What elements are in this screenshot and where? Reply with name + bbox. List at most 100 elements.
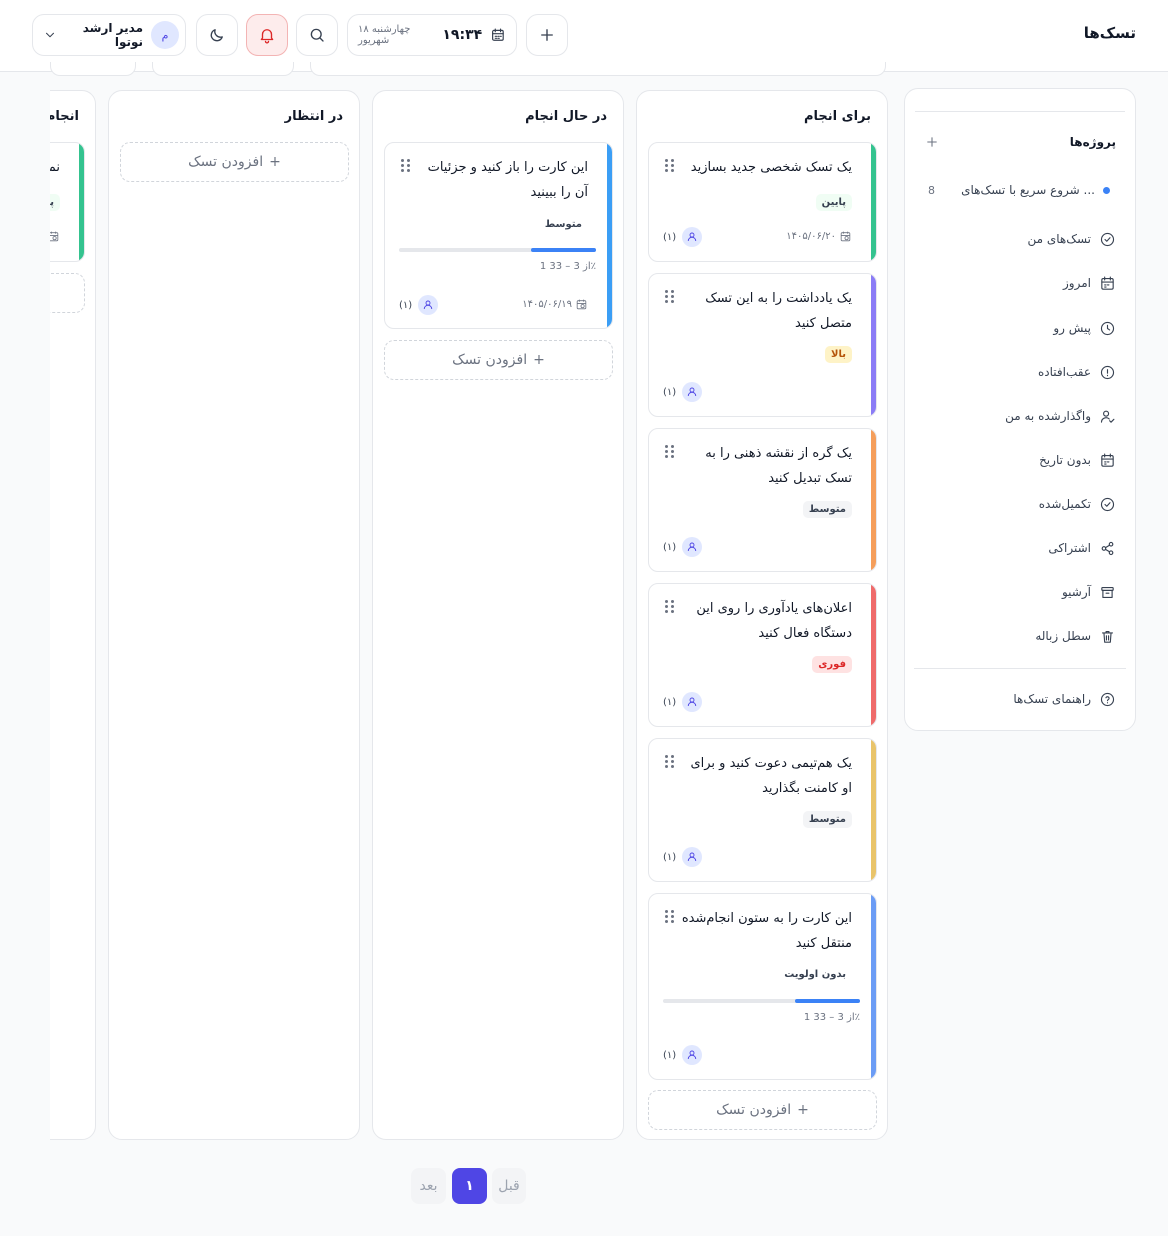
column-done-viewport: انجام نمو پایی [50,90,96,1140]
project-name: شروع سریع با تسک‌های ... [961,183,1095,197]
add-task-button[interactable]: + افزودن تسک [648,1090,877,1130]
sidebar-item-trash[interactable]: سطل زباله [916,623,1116,649]
drag-handle-icon[interactable] [401,159,411,173]
sidebar-item-label: امروز [1063,276,1091,290]
page-title: تسک‌ها [1083,24,1136,42]
assignee-count: (۱) [663,696,677,708]
assignees: (۱) [663,692,703,712]
user-icon [682,847,703,867]
sidebar-item-today[interactable]: امروز [916,270,1116,296]
filter-chip[interactable] [310,62,886,76]
sidebar-item-label: سطل زباله [1035,629,1091,643]
drag-handle-icon[interactable] [665,755,675,769]
column-waiting: در انتظار + افزودن تسک [108,90,360,1140]
filter-chip[interactable] [152,62,294,76]
priority-badge: پایی [50,194,60,211]
assignee-count: (۱) [663,231,677,243]
task-card[interactable]: این کارت را باز کنید و جزئیات آن را ببین… [384,142,613,329]
user-menu[interactable]: م مدیر ارشد نوتوا [32,14,186,56]
check-circle-icon [1100,232,1115,246]
help-link[interactable]: راهنمای تسک‌ها [916,686,1116,712]
column-title: در انتظار [284,109,343,124]
priority-badge: متوسط [802,811,852,828]
priority-badge: بدون اولویت [778,966,852,983]
due-date [50,230,60,243]
trash-icon [1101,630,1114,643]
sidebar-item-overdue[interactable]: عقب‌افتاده [916,359,1116,385]
user-icon [682,382,703,402]
priority-bar [871,274,876,416]
sidebar-item-shared[interactable]: اشتراکی [916,535,1116,561]
help-label: راهنمای تسک‌ها [1013,692,1091,706]
column-title: در حال انجام [525,109,607,124]
due-date-text: ۱۴۰۵/۰۶/۱۹ [522,299,572,310]
priority-bar [871,143,876,261]
current-date: چهارشنبه ۱۸ شهریور [358,24,411,46]
drag-handle-icon[interactable] [665,445,675,459]
user-icon [682,537,703,557]
sidebar-item-archive[interactable]: آرشیو [916,579,1116,605]
user-icon [682,1045,703,1065]
task-card[interactable]: یک هم‌تیمی دعوت کنید و برای او کامنت بگذ… [648,738,877,882]
sidebar-item-assigned[interactable]: واگذارشده به من [916,403,1116,429]
task-card[interactable]: این کارت را به ستون انجام‌شده منتقل کنید… [648,893,877,1080]
task-card[interactable]: یک یادداشت را به این تسک متصل کنید بالا … [648,273,877,417]
add-task-button[interactable]: + افزودن تسک [120,142,349,182]
user-name: مدیر ارشد نوتوا [82,21,143,49]
help-circle-icon [1100,692,1115,706]
assignees: (۱) [663,382,703,402]
add-project-button[interactable] [924,134,942,152]
plus-icon: + [797,1102,809,1118]
search-button[interactable] [296,14,338,56]
task-card[interactable]: اعلان‌های یادآوری را روی این دستگاه فعال… [648,583,877,727]
pagination-prev[interactable]: قبل [492,1168,526,1204]
task-title: اعلان‌های یادآوری را روی این دستگاه فعال… [696,601,852,641]
task-title: این کارت را به ستون انجام‌شده منتقل کنید [681,911,852,951]
drag-handle-icon[interactable] [665,600,675,614]
moon-icon [210,29,223,42]
sidebar-item-label: بدون تاریخ [1039,453,1091,467]
add-task-button[interactable]: + افزودن تسک [384,340,613,380]
sidebar-item-no-date[interactable]: بدون تاریخ [916,447,1116,473]
calendar-clock-icon [576,299,587,310]
assignees: (۱) [399,295,439,315]
assignees: (۱) [663,537,703,557]
plus-icon: + [533,352,545,368]
progress-bar [399,248,596,252]
assignee-count: (۱) [663,541,677,553]
priority-badge: متوسط [538,216,588,233]
task-card[interactable]: نمو پایی [50,142,85,262]
task-card[interactable]: یک گره از نقشه ذهنی را به تسک تبدیل کنید… [648,428,877,572]
sidebar-item-upcoming[interactable]: پیش رو [916,315,1116,341]
sidebar-item-label: آرشیو [1061,585,1091,599]
notifications-button[interactable] [246,14,288,56]
calendar-icon [1101,453,1114,467]
filter-chip[interactable] [50,62,136,76]
pagination-next[interactable]: بعد [411,1168,446,1204]
drag-handle-icon[interactable] [665,290,675,304]
assignee-count: (۱) [663,851,677,863]
sidebar-project-item[interactable]: شروع سریع با تسک‌های ... 8 [920,183,1110,197]
check-circle-icon [1100,497,1115,511]
priority-badge: متوسط [802,501,852,518]
drag-handle-icon[interactable] [665,910,675,924]
add-button[interactable] [526,14,568,56]
task-title: یک تسک شخصی جدید بسازید [690,160,852,175]
column-title: برای انجام [804,109,871,124]
add-task-button[interactable] [50,273,85,313]
task-card[interactable]: یک تسک شخصی جدید بسازید پایین ۱۴۰۵/۰۶/۲۰… [648,142,877,262]
sidebar-item-completed[interactable]: تکمیل‌شده [916,491,1116,517]
task-title: یک هم‌تیمی دعوت کنید و برای او کامنت بگذ… [690,756,852,796]
pagination-current-page[interactable]: ۱ [452,1168,487,1204]
calendar-icon [1101,276,1114,290]
clock-time: ۱۹:۳۴ [442,27,483,43]
plus-icon: + [269,154,281,170]
plus-icon [927,137,937,147]
progress-label: 1 از 3 – 33٪ [803,1012,860,1023]
calendar-icon [492,28,504,41]
drag-handle-icon[interactable] [665,159,675,173]
sidebar-item-my-tasks[interactable]: تسک‌های من [916,226,1116,252]
task-title: یک گره از نقشه ذهنی را به تسک تبدیل کنید [705,446,852,486]
assignees: (۱) [663,847,703,867]
theme-toggle-button[interactable] [196,14,238,56]
